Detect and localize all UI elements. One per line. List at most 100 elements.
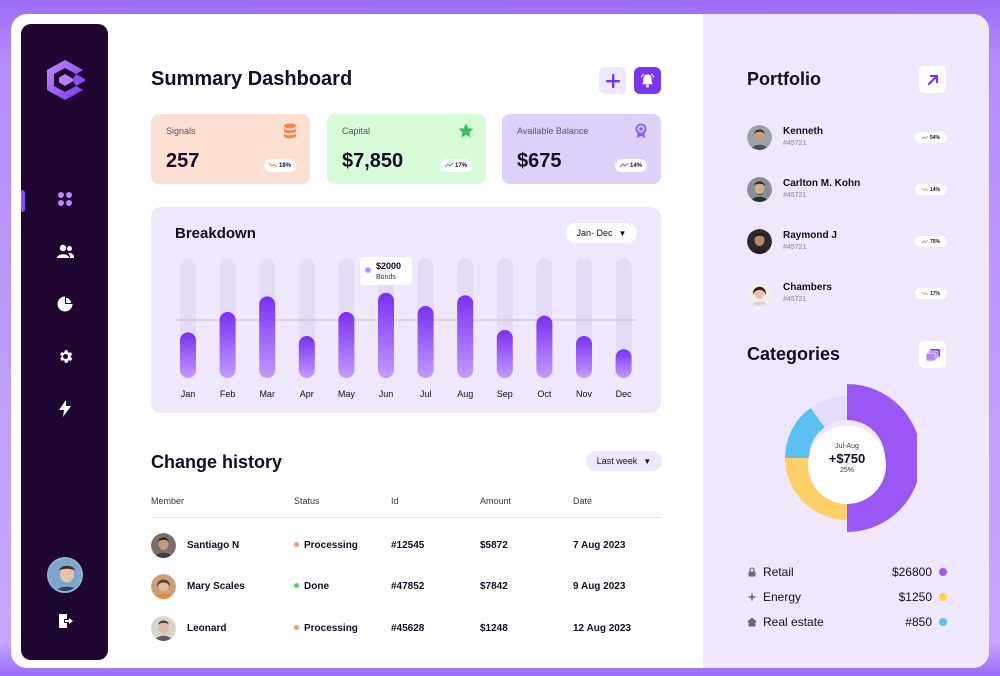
add-button[interactable] bbox=[599, 67, 626, 94]
member-id: #45721 bbox=[783, 296, 807, 303]
history-range-select[interactable]: Last week ▼ bbox=[586, 451, 662, 471]
column-header-member[interactable]: Member bbox=[151, 496, 184, 506]
plus-icon bbox=[605, 73, 620, 88]
change-badge: 17% bbox=[440, 159, 472, 172]
table-row[interactable]: Mary Scales Done #47852 $7842 9 Aug 2023 bbox=[151, 572, 662, 602]
bar-apr[interactable] bbox=[298, 336, 315, 378]
x-tick-label: Aug bbox=[457, 389, 473, 399]
bar-jan[interactable] bbox=[180, 332, 196, 378]
x-tick-label: Jan bbox=[181, 389, 196, 399]
column-header-amount[interactable]: Amount bbox=[480, 496, 511, 506]
bar-aug[interactable] bbox=[457, 295, 474, 378]
donut-center: Jul-Aug +$750 25% bbox=[808, 426, 886, 504]
breakdown-title: Breakdown bbox=[175, 225, 256, 242]
change-badge: 54% bbox=[915, 132, 947, 143]
badge-icon bbox=[635, 123, 647, 138]
member-avatar bbox=[151, 533, 176, 558]
legend-label: Energy bbox=[763, 590, 802, 604]
bar-jun[interactable] bbox=[378, 292, 394, 378]
logout-button[interactable] bbox=[54, 610, 76, 632]
sidebar-item-users[interactable] bbox=[54, 240, 76, 262]
bar-sep[interactable] bbox=[496, 330, 513, 378]
stat-value: $675 bbox=[517, 150, 562, 172]
stat-card-signals[interactable]: Signals 257 18% bbox=[151, 114, 310, 184]
breakdown-range-select[interactable]: Jan- Dec ▼ bbox=[566, 223, 637, 243]
stat-card-capital[interactable]: Capital $7,850 17% bbox=[327, 114, 486, 184]
legend-color-dot bbox=[939, 593, 947, 601]
member-avatar bbox=[151, 616, 176, 641]
status-cell: Processing bbox=[294, 623, 358, 634]
id-cell: #47852 bbox=[391, 581, 425, 592]
bar-oct[interactable] bbox=[536, 315, 553, 378]
bar-nov[interactable] bbox=[576, 336, 592, 378]
x-tick-label: Sep bbox=[497, 389, 513, 399]
legend-item-real-estate[interactable]: Real estate #850 bbox=[747, 615, 947, 631]
lock-icon bbox=[748, 567, 756, 577]
bar-may[interactable] bbox=[338, 312, 355, 378]
center-percent: 25% bbox=[839, 467, 854, 474]
legend-value: #850 bbox=[905, 615, 932, 629]
status-dot bbox=[294, 624, 299, 630]
date-cell: 7 Aug 2023 bbox=[573, 540, 626, 551]
member-id: #45721 bbox=[783, 140, 807, 147]
change-badge: 14% bbox=[915, 184, 947, 195]
member-name: Mary Scales bbox=[187, 581, 245, 592]
portfolio-item[interactable]: Raymond J #45721 75% bbox=[747, 227, 947, 257]
portfolio-item[interactable]: Kenneth #45721 54% bbox=[747, 123, 947, 153]
bar-dec[interactable] bbox=[615, 349, 632, 378]
user-avatar[interactable] bbox=[47, 557, 83, 593]
status-text: Done bbox=[304, 581, 329, 592]
table-row[interactable]: Santiago N Processing #12545 $5872 7 Aug… bbox=[151, 531, 662, 561]
bar-mar[interactable] bbox=[259, 296, 276, 378]
sidebar-item-dashboard[interactable] bbox=[54, 188, 76, 210]
sidebar-item-activity[interactable] bbox=[54, 397, 76, 419]
column-header-status[interactable]: Status bbox=[294, 496, 320, 506]
x-tick-label: Mar bbox=[259, 389, 275, 399]
home-icon bbox=[747, 617, 757, 627]
member-avatar bbox=[747, 229, 772, 254]
star-icon bbox=[458, 123, 474, 138]
legend-item-retail[interactable]: Retail $26800 bbox=[747, 565, 947, 581]
status-dot bbox=[294, 541, 299, 547]
trend-down-icon bbox=[921, 291, 928, 295]
member-name: Raymond J bbox=[783, 230, 837, 241]
member-name: Kenneth bbox=[783, 126, 823, 137]
column-header-id[interactable]: Id bbox=[391, 496, 399, 506]
member-avatar bbox=[747, 125, 772, 150]
member-id: #45721 bbox=[783, 192, 807, 199]
bar-jul[interactable] bbox=[417, 306, 434, 378]
table-row[interactable]: Leonard Processing #45628 $1248 12 Aug 2… bbox=[151, 614, 662, 644]
brand-logo[interactable] bbox=[43, 58, 87, 102]
x-tick-label: Oct bbox=[537, 389, 552, 399]
amount-cell: $1248 bbox=[480, 623, 508, 634]
status-dot bbox=[294, 582, 299, 588]
users-icon bbox=[56, 244, 74, 258]
sidebar-item-settings[interactable] bbox=[54, 345, 76, 367]
portfolio-open-button[interactable] bbox=[919, 66, 946, 93]
trend-up-icon bbox=[921, 239, 928, 243]
stat-card-balance[interactable]: Available Balance $675 14% bbox=[502, 114, 661, 184]
legend-value: $26800 bbox=[891, 565, 932, 579]
portfolio-item[interactable]: Chambers #45721 17% bbox=[747, 279, 947, 309]
legend-label: Real estate bbox=[763, 615, 824, 629]
legend-value: $1250 bbox=[898, 590, 932, 604]
center-period: Jul-Aug bbox=[835, 443, 859, 450]
database-icon bbox=[284, 123, 296, 139]
notifications-button[interactable] bbox=[634, 67, 661, 94]
portfolio-item[interactable]: Carlton M. Kohn #45721 14% bbox=[747, 175, 947, 205]
stat-value: $7,850 bbox=[342, 150, 404, 172]
x-tick-label: Jun bbox=[379, 389, 394, 399]
bar-feb[interactable] bbox=[219, 312, 236, 378]
date-cell: 12 Aug 2023 bbox=[573, 623, 631, 634]
history-title: Change history bbox=[151, 452, 283, 472]
change-badge: 18% bbox=[264, 159, 296, 172]
categories-button[interactable] bbox=[919, 341, 946, 368]
trend-up-icon bbox=[921, 135, 928, 139]
legend-item-energy[interactable]: Energy $1250 bbox=[747, 590, 947, 606]
sidebar-item-reports[interactable] bbox=[54, 293, 76, 315]
right-panel: Portfolio Kenneth #45721 54% Carlton M. … bbox=[703, 14, 989, 668]
x-tick-label: Jul bbox=[420, 389, 432, 399]
change-value: 17% bbox=[454, 162, 467, 169]
column-header-date[interactable]: Date bbox=[573, 496, 592, 506]
change-value: 75% bbox=[929, 238, 940, 245]
